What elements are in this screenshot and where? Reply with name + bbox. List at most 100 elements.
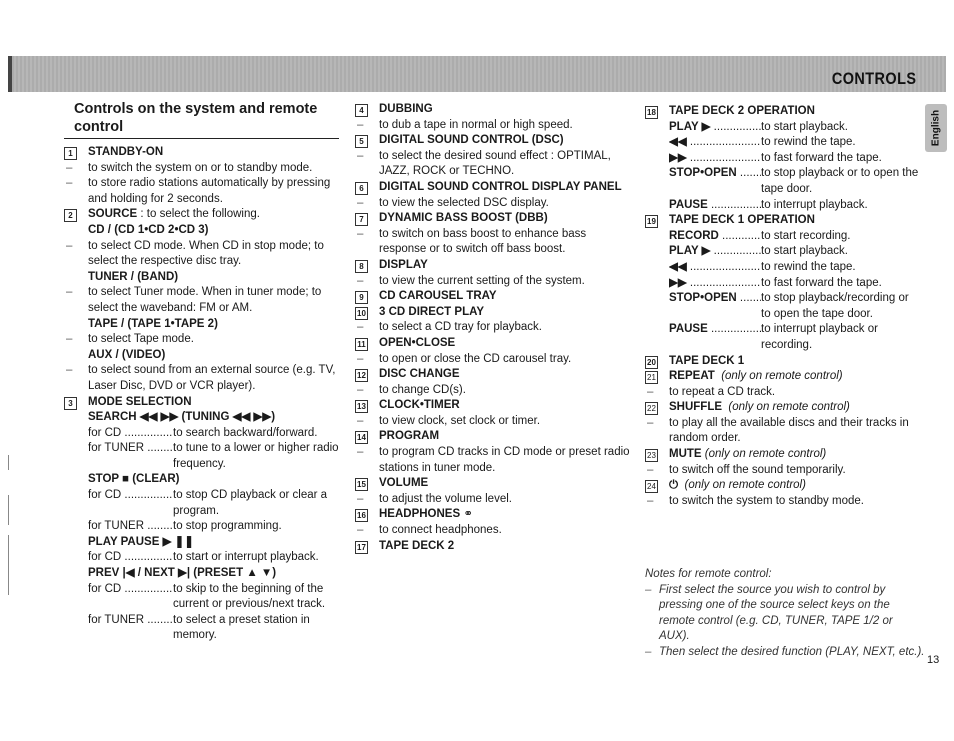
sub-label: PLAY PAUSE ▶ ❚❚	[88, 535, 194, 548]
item-number-box: 2	[64, 209, 77, 223]
item-number-box: 7	[355, 213, 368, 227]
item-desc: to view the selected DSC display.	[355, 196, 635, 212]
item-title: DUBBING	[379, 103, 433, 115]
kv-value: to skip to the beginning of the current …	[173, 582, 326, 611]
kv-value: to select a preset station in memory.	[173, 613, 310, 642]
control-item-18: 18 TAPE DECK 2 OPERATION	[645, 104, 920, 120]
item-number-box: 13	[355, 400, 368, 414]
kv-value: to search backward/forward.	[173, 426, 318, 439]
kv-row: PLAY ▶to start playback.	[645, 120, 920, 136]
kv-key: RECORD	[669, 229, 761, 245]
kv-key: for CD	[88, 550, 173, 566]
kv-value: to start playback.	[761, 120, 848, 133]
item-desc: to connect headphones.	[355, 523, 635, 539]
margin-mark	[8, 495, 9, 525]
remote-only-note: (only on remote control)	[721, 370, 843, 383]
kv-row: ▶▶to fast forward the tape.	[645, 276, 920, 292]
kv-value: to tune to a lower or higher radio frequ…	[173, 442, 339, 470]
item-title: DIGITAL SOUND CONTROL (DSC)	[379, 134, 564, 147]
remote-only-note: (only on remote control)	[728, 401, 850, 414]
kv-key: ▶▶	[669, 151, 761, 167]
remote-only-note: (only on remote control)	[704, 448, 827, 461]
item-number-box: 11	[355, 337, 368, 351]
item-number-box: 22	[645, 402, 658, 416]
item-desc: to store radio stations automatically by…	[64, 176, 339, 207]
item-desc: to select sound from an external source …	[64, 363, 339, 394]
item-title: TAPE DECK 2 OPERATION	[669, 105, 815, 117]
kv-row: for CDto stop CD playback or clear a pro…	[64, 488, 339, 519]
kv-key: for CD	[88, 582, 173, 613]
column-3: 18TAPE DECK 2 OPERATION PLAY ▶to start p…	[645, 104, 920, 509]
kv-key: for TUNER	[88, 613, 173, 644]
language-label: English	[930, 109, 942, 147]
item-desc: to select Tape mode.	[64, 332, 339, 348]
item-desc: to switch on bass boost to enhance bass …	[355, 227, 635, 258]
page-number: 13	[927, 654, 940, 666]
column-2: 4 DUBBING to dub a tape in normal or high …	[355, 102, 635, 554]
control-item-14: 14 PROGRAM	[355, 429, 635, 445]
item-title: TAPE DECK 1	[669, 354, 745, 367]
kv-value: to stop playback/recording or to open th…	[761, 292, 909, 320]
kv-row: for CDto skip to the beginning of the cu…	[64, 582, 339, 613]
kv-value: to stop playback or to open the tape doo…	[761, 167, 919, 195]
control-item-20: 20 TAPE DECK 1	[645, 354, 920, 370]
kv-row: PAUSEto interrupt playback or recording.	[645, 322, 920, 353]
remote-only-note: (only on remote control)	[684, 479, 806, 492]
power-standby-icon: ⏻	[669, 479, 679, 492]
control-item-21: 21 REPEAT (only on remote control)	[645, 369, 920, 385]
kv-row: for TUNERto select a preset station in m…	[64, 613, 339, 644]
item-title: TAPE DECK 2	[379, 539, 455, 552]
kv-value: to start recording.	[761, 229, 851, 242]
item-desc: to select CD mode. When CD in stop mode;…	[64, 239, 339, 270]
control-item-10: 10 3 CD DIRECT PLAY	[355, 305, 635, 321]
item-number-box: 3	[64, 396, 77, 410]
item-number-box: 14	[355, 431, 368, 445]
kv-key: for TUNER	[88, 441, 173, 472]
item-title-suffix: : to select the following.	[137, 208, 260, 221]
margin-mark	[8, 455, 9, 470]
item-number-box: 1	[64, 147, 77, 160]
sub-label: CD / (CD 1•CD 2•CD 3)	[88, 223, 209, 236]
kv-key: PAUSE	[669, 322, 761, 353]
item-title: REPEAT	[669, 370, 715, 383]
kv-value: to start playback.	[761, 245, 848, 258]
control-item-15: 15 VOLUME	[355, 476, 635, 492]
item-desc: to program CD tracks in CD mode or prese…	[355, 445, 635, 476]
item-title: CLOCK•TIMER	[379, 399, 460, 412]
banner-edge-mark	[8, 56, 12, 92]
control-item-8: 8 DISPLAY	[355, 258, 635, 274]
item-number-box: 20	[645, 355, 658, 369]
control-item-9: 9 CD CAROUSEL TRAY	[355, 289, 635, 305]
item-desc: to select Tuner mode. When in tuner mode…	[64, 285, 339, 316]
item-title: DISC CHANGE	[379, 368, 460, 381]
control-item-16: 16 HEADPHONES ⚭	[355, 507, 635, 523]
sub-label: TUNER / (BAND)	[88, 270, 179, 283]
sub-label: STOP ■ (CLEAR)	[88, 473, 180, 486]
item-title: MODE SELECTION	[88, 395, 192, 408]
control-item-23: 23 MUTE (only on remote control)	[645, 447, 920, 463]
item-desc: to view clock, set clock or timer.	[355, 414, 635, 430]
kv-key: ◀◀	[669, 260, 761, 276]
item-title: DIGITAL SOUND CONTROL DISPLAY PANEL	[379, 180, 622, 193]
kv-value: to rewind the tape.	[761, 260, 856, 273]
column-1: Controls on the system and remote contro…	[64, 100, 339, 644]
kv-key: STOP•OPEN	[669, 166, 761, 197]
control-item-22: 22 SHUFFLE (only on remote control)	[645, 400, 920, 416]
sub-label: AUX / (VIDEO)	[88, 348, 166, 361]
page-section-title: CONTROLS	[831, 69, 916, 88]
margin-mark	[8, 535, 9, 595]
item-desc: to switch off the sound temporarily.	[645, 463, 920, 479]
item-number-box: 9	[355, 291, 368, 305]
kv-row: PAUSEto interrupt playback.	[645, 198, 920, 214]
item-title: 3 CD DIRECT PLAY	[379, 305, 485, 318]
item-title: STANDBY-ON	[88, 146, 164, 158]
kv-value: to start or interrupt playback.	[173, 551, 319, 564]
item-title: OPEN•CLOSE	[379, 336, 456, 349]
control-item-24: 24 ⏻ (only on remote control)	[645, 478, 920, 494]
note-item: First select the source you wish to cont…	[645, 583, 925, 645]
item-number-box: 4	[355, 104, 368, 117]
item-desc: to play all the available discs and thei…	[645, 416, 920, 447]
kv-value: to interrupt playback or recording.	[761, 323, 878, 351]
kv-row: for CDto search backward/forward.	[64, 426, 339, 442]
kv-row: STOP•OPENto stop playback/recording or t…	[645, 291, 920, 322]
